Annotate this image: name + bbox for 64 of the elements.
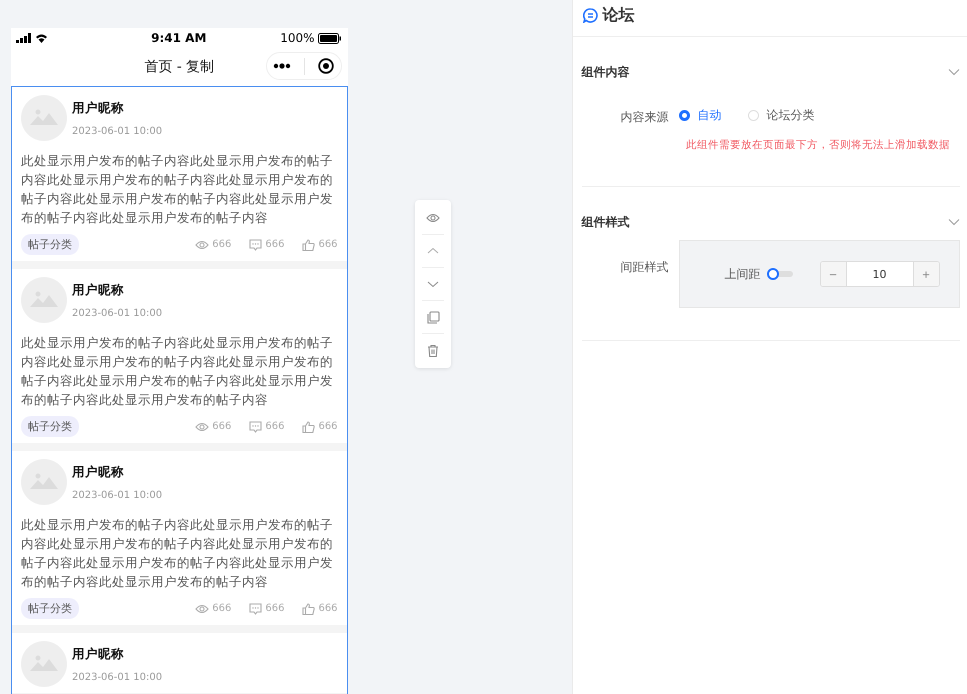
wifi-icon — [35, 33, 48, 43]
view-count: 666 — [212, 603, 232, 614]
more-button[interactable] — [273, 63, 292, 69]
thumbs-up-icon — [302, 602, 316, 614]
radio-label: 论坛分类 — [766, 107, 815, 124]
post-time: 2023-06-01 10:00 — [72, 126, 162, 137]
user-name: 用户昵称 — [72, 282, 125, 299]
comment-count: 666 — [265, 603, 284, 614]
post-text: 此处显示用户发布的帖子内容此处显示用户发布的帖子内容此处显示用户发布的帖子内容此处显示用户发布的帖子内容此处显示用户发布的帖子内容此处显示用户发布的帖子内容此处显示用户发布的帖子内容 — [21, 152, 334, 227]
field-label: 间距样式 — [620, 259, 670, 276]
eye-icon — [195, 422, 210, 432]
user-name: 用户昵称 — [72, 646, 125, 663]
eye-icon — [426, 212, 440, 224]
thumbs-up-icon — [302, 238, 316, 250]
user-name: 用户昵称 — [72, 464, 125, 481]
post-time: 2023-06-01 10:00 — [72, 672, 162, 683]
chevron-down-icon — [948, 68, 960, 76]
panel-title: 论坛 — [602, 5, 635, 26]
avatar-placeholder — [21, 459, 67, 505]
like-count: 666 — [318, 239, 338, 250]
section-title: 组件样式 — [582, 214, 630, 230]
radio-label: 自动 — [698, 107, 722, 124]
battery-icon — [318, 32, 342, 44]
category-tag: 帖子分类 — [21, 598, 79, 619]
avatar-placeholder — [21, 277, 67, 323]
eye-icon — [195, 604, 210, 614]
signal-icon — [16, 33, 32, 43]
chat-bubble-icon — [582, 8, 598, 23]
user-name: 用户昵称 — [72, 100, 125, 117]
category-tag: 帖子分类 — [21, 234, 79, 255]
view-count: 666 — [212, 421, 232, 432]
warning-text: 此组件需要放在页面最下方，否则将无法上滑加载数据 — [685, 138, 950, 152]
comment-count: 666 — [265, 421, 284, 432]
trash-icon — [426, 344, 440, 356]
target-icon — [318, 58, 334, 74]
radio-button[interactable] — [678, 110, 690, 121]
chevron-down-icon — [948, 218, 960, 226]
post-time: 2023-06-01 10:00 — [72, 308, 162, 319]
switch-label: 上间距 — [724, 266, 761, 282]
status-time: 9:41 AM — [151, 31, 206, 45]
copy-icon — [426, 310, 440, 324]
post-text: 此处显示用户发布的帖子内容此处显示用户发布的帖子内容此处显示用户发布的帖子内容此处显示用户发布的帖子内容此处显示用户发布的帖子内容此处显示用户发布的帖子内容此处显示用户发布的帖子内容 — [21, 516, 334, 591]
thumbs-up-icon — [302, 420, 316, 432]
number-input[interactable]: 10 — [846, 262, 914, 286]
avatar-placeholder — [21, 641, 67, 687]
close-button[interactable] — [318, 58, 334, 74]
post-time: 2023-06-01 10:00 — [72, 490, 162, 501]
more-icon — [273, 63, 292, 69]
comment-icon — [249, 238, 262, 250]
comment-icon — [249, 602, 262, 614]
field-label: 内容来源 — [620, 109, 670, 126]
page-title: 首页 - 复制 — [144, 58, 214, 76]
post-text: 此处显示用户发布的帖子内容此处显示用户发布的帖子内容此处显示用户发布的帖子内容此处显示用户发布的帖子内容此处显示用户发布的帖子内容此处显示用户发布的帖子内容此处显示用户发布的帖子内容 — [21, 334, 334, 409]
like-count: 666 — [318, 421, 338, 432]
eye-icon — [195, 240, 210, 250]
section-title: 组件内容 — [582, 64, 630, 80]
toggle-switch[interactable] — [766, 268, 793, 280]
comment-count: 666 — [265, 239, 284, 250]
avatar-placeholder — [21, 95, 67, 141]
view-count: 666 — [212, 239, 232, 250]
like-count: 666 — [318, 603, 338, 614]
comment-icon — [249, 420, 262, 432]
battery-level: 100% — [280, 31, 315, 45]
category-tag: 帖子分类 — [21, 416, 79, 437]
